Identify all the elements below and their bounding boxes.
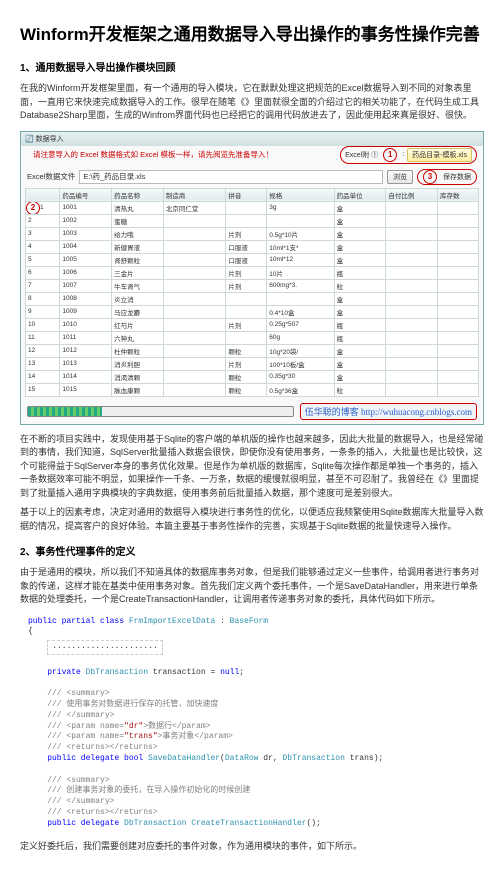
footer-p: 定义好委托后，我们需要创建对应委托的事件对象，作为通用模块的事件，如下所示。 xyxy=(20,840,484,854)
table-row[interactable]: 101010红芍片片剂0.25g*507瓶 xyxy=(26,318,479,331)
import-screenshot: 🔄 数据导入 请注意导入的 Excel 数据格式如 Excel 模板一样，请先阅… xyxy=(20,131,484,425)
file-input[interactable]: E:\药_药品目录.xls xyxy=(79,170,383,184)
table-row[interactable]: 41004新健胃液口服液10ml*1支*盒 xyxy=(26,240,479,253)
circle-1: 1 xyxy=(383,148,397,162)
after-p3: 基于以上的因素考虑，决定对通用的数据导入模块进行事务性的优化，以便适应我频繁使用… xyxy=(20,506,484,533)
table-header: 规格 xyxy=(267,188,334,201)
code-block: public partial class FrmImportExcelData … xyxy=(20,613,484,834)
table-header: 自付比例 xyxy=(386,188,438,201)
table-row[interactable]: 141014消渴清颗颗粒0.35g*30盒 xyxy=(26,370,479,383)
excel-attach-group: Excel附 ① 1 : 药品目录-模板.xls xyxy=(340,146,477,164)
table-row[interactable]: 111011六神丸60g瓶 xyxy=(26,331,479,344)
watermark: 伍华聪的博客 http://wuhuacong.cnblogs.com xyxy=(300,403,477,420)
table-header: 制造商 xyxy=(163,188,226,201)
table-row[interactable]: 91009马应龙麝0.4*10盒盒 xyxy=(26,305,479,318)
excel-label: Excel附 ① xyxy=(345,150,378,160)
excel-attachment[interactable]: 药品目录-模板.xls xyxy=(407,148,472,162)
win-icon: 🔄 xyxy=(25,136,34,143)
section2-p1: 由于是通用的模块，所以我们不知道具体的数据库事务对象，但是我们能够通过定义一些事… xyxy=(20,566,484,607)
table-header xyxy=(26,188,60,201)
section2-heading: 2、事务性代理事件的定义 xyxy=(20,543,484,558)
section1-heading: 1、通用数据导入导出操作模块回顾 xyxy=(20,59,484,74)
save-button[interactable]: 保存数据 xyxy=(441,172,473,182)
file-label: Excel数据文件 xyxy=(27,171,75,182)
table-row[interactable]: 211001清热丸北京同仁堂3g盒 xyxy=(26,201,479,214)
table-row[interactable]: 21002蜜糖盒 xyxy=(26,214,479,227)
table-row[interactable]: 131013消炎利胆片剂100*10板/盒盒 xyxy=(26,357,479,370)
import-note: 请注意导入的 Excel 数据格式如 Excel 模板一样，请先阅览先准备导入！ xyxy=(27,146,279,163)
table-row[interactable]: 51005肾舒颗粒口服液10ml*12盒 xyxy=(26,253,479,266)
table-row[interactable]: 71007牛车肾气片剂600mg*3.粒 xyxy=(26,279,479,292)
data-table: 药品编号药品名称制造商拼音规格药品单位自付比例库存数 211001清热丸北京同仁… xyxy=(25,188,479,397)
after-p2: 在不断的项目实践中，发现使用基于Sqlite的客户端的单机版的操作也越来越多，因… xyxy=(20,433,484,501)
circle-3: 3 xyxy=(423,170,437,184)
table-row[interactable]: 31003给力哦片剂0.5g*10片盒 xyxy=(26,227,479,240)
table-row[interactable]: 151015脉血康颗颗粒0.5g*36盒粒 xyxy=(26,383,479,396)
table-row[interactable]: 81008炎立消盒 xyxy=(26,292,479,305)
table-header: 拼音 xyxy=(226,188,267,201)
table-header: 库存数 xyxy=(438,188,479,201)
browse-button[interactable]: 浏览 xyxy=(387,170,413,184)
page-title: Winform开发框架之通用数据导入导出操作的事务性操作完善 xyxy=(20,20,484,45)
table-header: 药品编号 xyxy=(60,188,112,201)
table-header: 药品名称 xyxy=(112,188,164,201)
table-row[interactable]: 61006三金片片剂10片瓶 xyxy=(26,266,479,279)
table-header: 药品单位 xyxy=(334,188,386,201)
table-row[interactable]: 121012杜仲颗粒颗粒10g*20袋/盒 xyxy=(26,344,479,357)
progress-bar xyxy=(27,406,294,417)
window-title: 🔄 数据导入 xyxy=(21,132,483,146)
section1-p1: 在我的Winform开发框架里面，有一个通用的导入模块，它在默默处理这把规范的E… xyxy=(20,82,484,123)
circle-2: 2 xyxy=(26,201,40,214)
save-group: 3 保存数据 xyxy=(417,169,477,185)
